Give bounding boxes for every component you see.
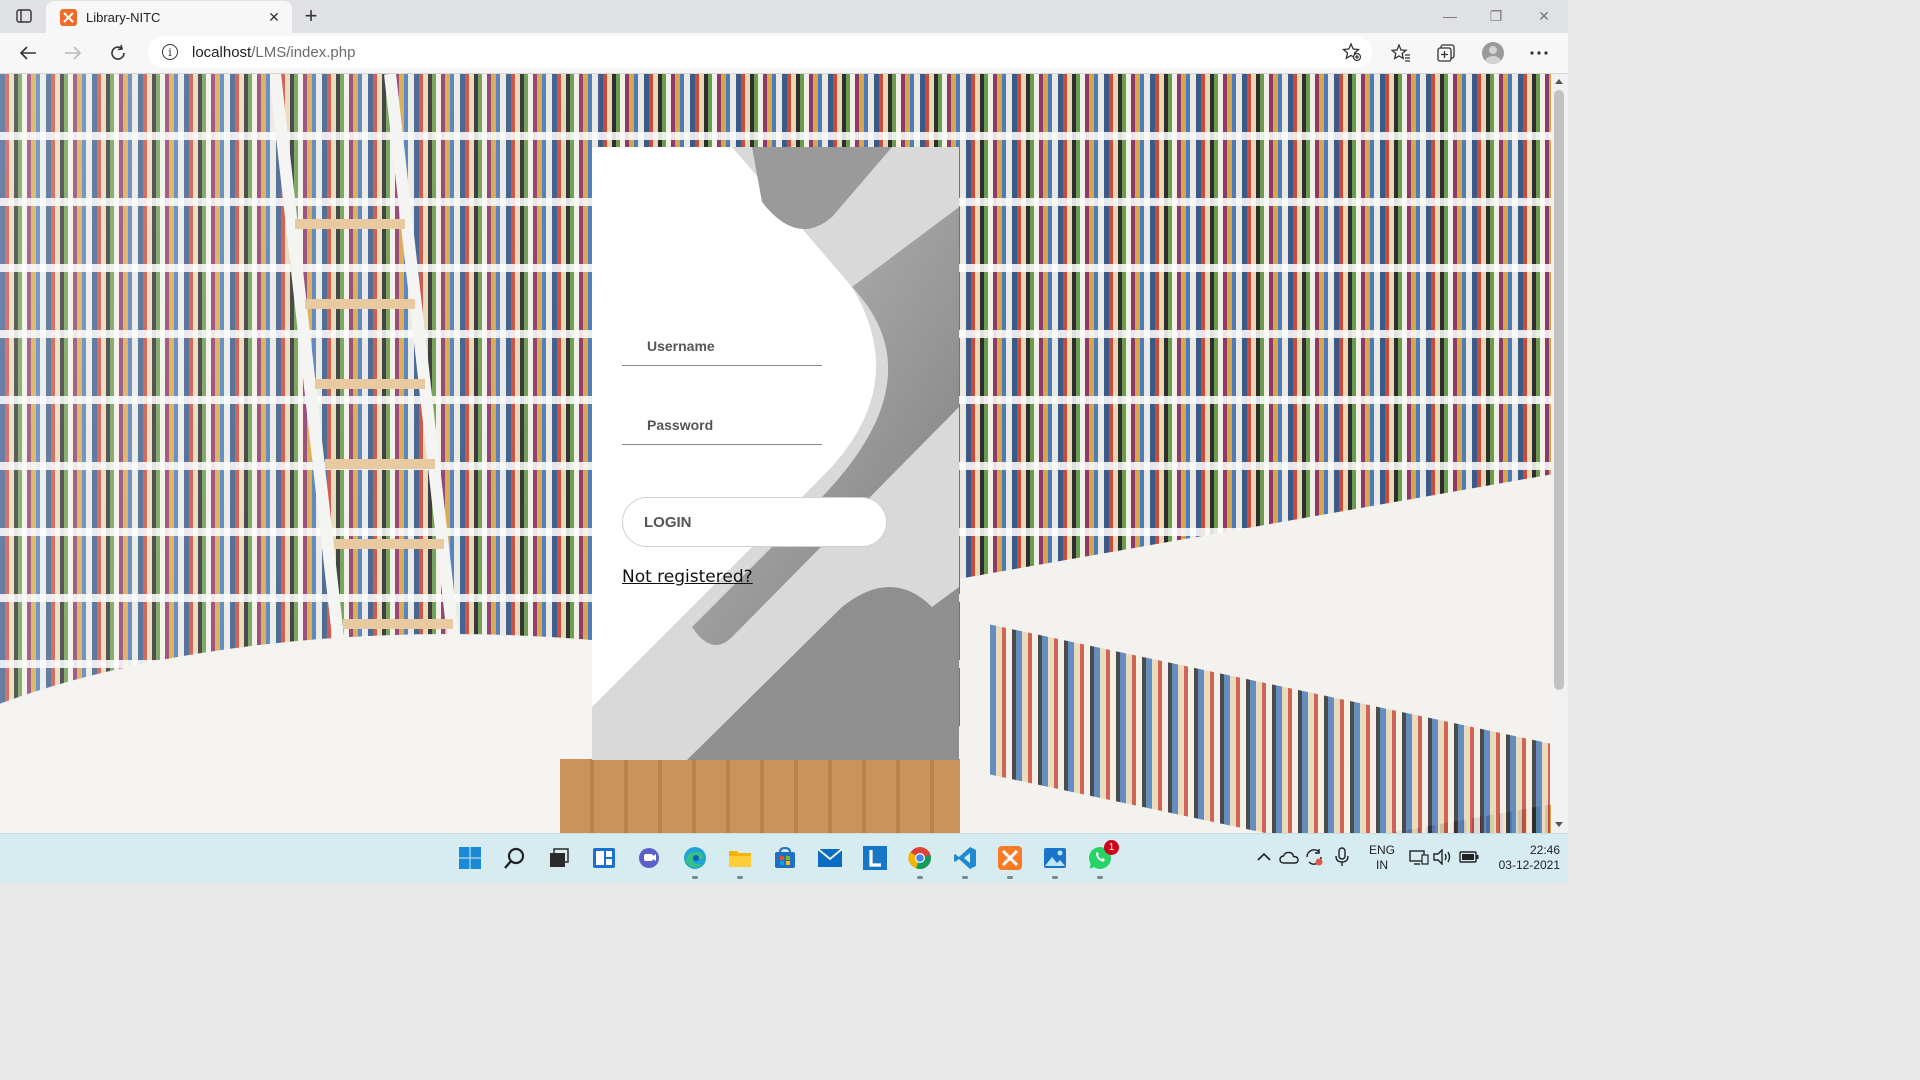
browser-toolbar: i localhost/LMS/index.php <box>0 33 1568 74</box>
restore-icon[interactable]: ❐ <box>1478 5 1514 27</box>
taskbar: 1 ENG IN 22:46 03-12-2021 <box>0 833 1568 883</box>
add-favorite-icon[interactable] <box>1341 42 1362 67</box>
browser-tab-bar: Library-NITC ✕ + — ❐ ✕ <box>0 0 1568 33</box>
edge-icon[interactable] <box>682 845 708 879</box>
minimize-icon[interactable]: — <box>1432 5 1468 27</box>
card-decoration <box>592 147 959 760</box>
file-explorer-icon[interactable] <box>727 845 753 879</box>
whatsapp-notification-badge: 1 <box>1104 840 1119 855</box>
windows-start-icon[interactable] <box>457 845 483 871</box>
scroll-down-icon[interactable] <box>1555 822 1563 827</box>
browser-tab[interactable]: Library-NITC ✕ <box>46 1 292 33</box>
language-indicator[interactable]: ENG IN <box>1366 843 1398 873</box>
collections-icon[interactable] <box>1432 39 1460 67</box>
network-icon[interactable] <box>1408 847 1430 867</box>
tab-title: Library-NITC <box>86 9 161 25</box>
sync-icon[interactable] <box>1303 847 1325 867</box>
onedrive-icon[interactable] <box>1278 847 1300 867</box>
library-background: LOGIN Not registered? <box>0 74 1551 833</box>
not-registered-link[interactable]: Not registered? <box>622 567 753 587</box>
close-window-icon[interactable]: ✕ <box>1526 5 1562 27</box>
mail-icon[interactable] <box>817 845 843 871</box>
refresh-icon[interactable] <box>104 39 132 67</box>
xampp-icon[interactable] <box>997 845 1023 879</box>
battery-icon[interactable] <box>1458 847 1480 867</box>
vscode-icon[interactable] <box>952 845 978 879</box>
page-scrollbar[interactable] <box>1551 74 1568 833</box>
profile-avatar[interactable] <box>1479 39 1507 67</box>
address-bar[interactable]: i localhost/LMS/index.php <box>148 36 1372 68</box>
task-view-icon[interactable] <box>546 845 572 871</box>
password-field <box>622 406 822 445</box>
url-text: localhost/LMS/index.php <box>192 43 356 61</box>
teams-chat-icon[interactable] <box>636 845 662 871</box>
forward-icon[interactable] <box>59 39 87 67</box>
xampp-favicon-icon <box>60 8 77 26</box>
favorites-icon[interactable] <box>1387 39 1415 67</box>
back-icon[interactable] <box>14 39 42 67</box>
scroll-up-icon[interactable] <box>1555 79 1563 84</box>
close-tab-icon[interactable]: ✕ <box>262 5 286 29</box>
volume-icon[interactable] <box>1432 847 1454 867</box>
chevron-up-icon[interactable] <box>1254 847 1274 867</box>
site-info-icon[interactable]: i <box>162 44 178 60</box>
password-input[interactable] <box>622 406 822 444</box>
username-input[interactable] <box>622 327 822 365</box>
whatsapp-icon[interactable]: 1 <box>1087 840 1119 879</box>
login-button[interactable]: LOGIN <box>622 497 887 547</box>
photos-icon[interactable] <box>1042 845 1068 879</box>
chrome-icon[interactable] <box>907 845 933 879</box>
scroll-thumb[interactable] <box>1554 90 1564 690</box>
widgets-icon[interactable] <box>591 845 617 871</box>
more-options-icon[interactable] <box>1525 39 1553 67</box>
tab-actions-icon[interactable] <box>14 7 34 25</box>
login-card: LOGIN Not registered? <box>592 147 959 760</box>
microsoft-store-icon[interactable] <box>772 845 798 871</box>
microphone-icon[interactable] <box>1332 847 1352 867</box>
clock[interactable]: 22:46 03-12-2021 <box>1488 843 1560 873</box>
username-field <box>622 327 822 366</box>
new-tab-button[interactable]: + <box>300 3 322 28</box>
app-l-icon[interactable] <box>862 845 888 871</box>
search-icon[interactable] <box>502 845 528 871</box>
